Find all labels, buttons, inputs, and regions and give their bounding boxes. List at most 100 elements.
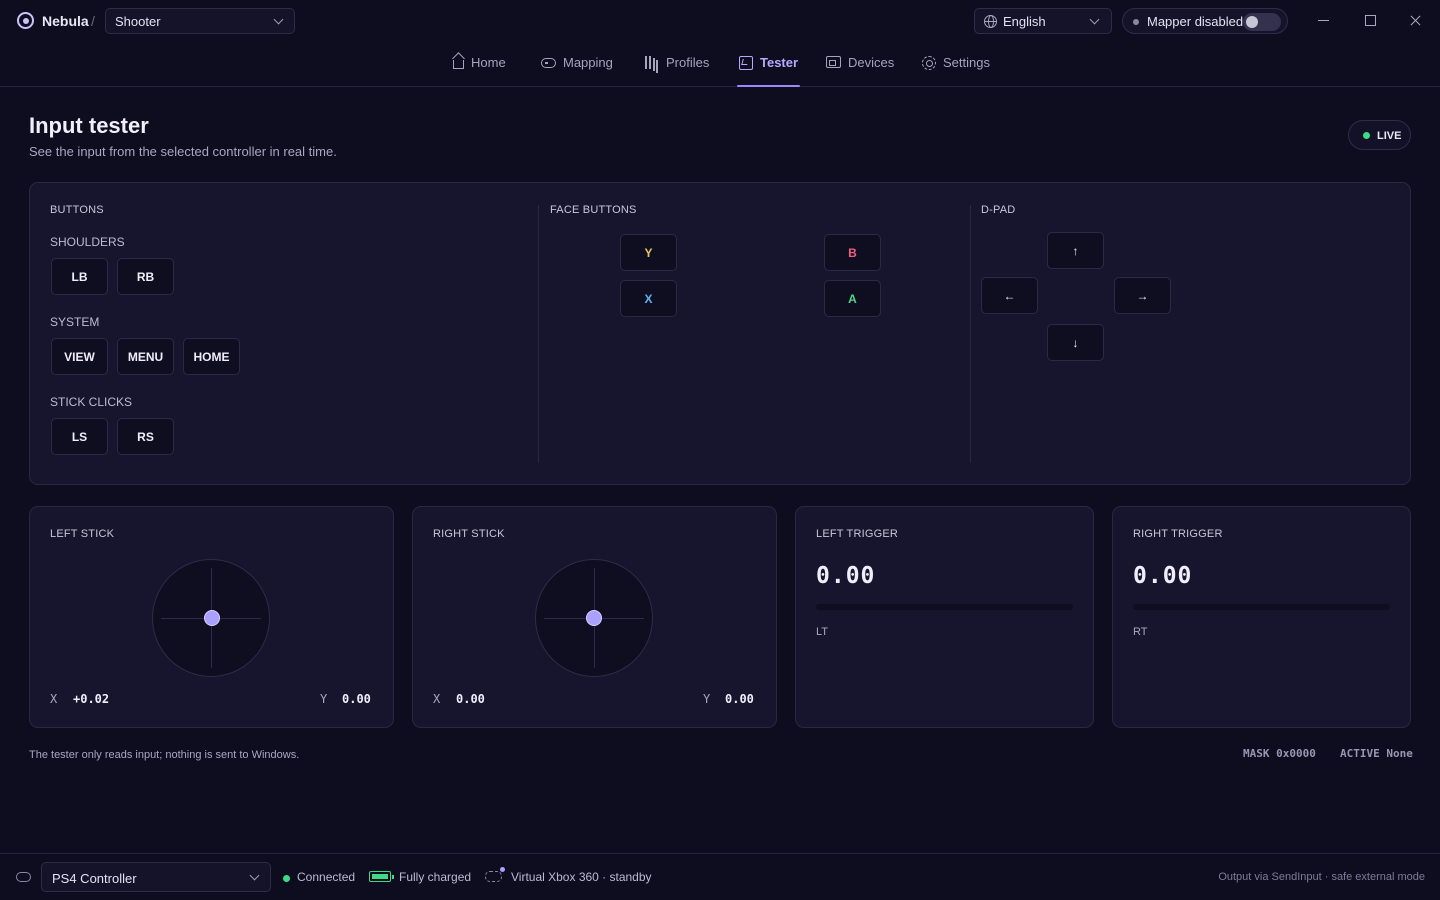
virtual-gamepad-icon <box>485 867 505 882</box>
right-stick-x-value: 0.00 <box>456 692 485 706</box>
language-select-value: English <box>1003 14 1046 29</box>
section-divider <box>538 205 539 463</box>
shoulders-label: SHOULDERS <box>50 235 125 249</box>
tab-profiles[interactable]: Profiles <box>645 55 709 87</box>
output-mode: Output via SendInput · safe external mod… <box>1218 871 1425 883</box>
section-divider <box>970 205 971 463</box>
button-rs: RS <box>117 418 174 455</box>
virtual-device-status: Virtual Xbox 360 · standby <box>511 870 652 884</box>
left-trigger-card: LEFT TRIGGER 0.00 LT <box>795 506 1094 728</box>
connection-status: Connected <box>297 870 356 884</box>
chevron-down-icon <box>273 14 284 25</box>
profile-select-value: Shooter <box>115 14 161 29</box>
buttons-card: BUTTONS SHOULDERS LB RB SYSTEM VIEW MENU… <box>29 182 1411 485</box>
minimize-button[interactable] <box>1314 10 1334 30</box>
left-stick-y-value: 0.00 <box>342 692 371 706</box>
close-button[interactable] <box>1406 10 1426 30</box>
main-nav: Home Mapping Profiles Tester Devices Set… <box>0 42 1440 87</box>
tab-label: Tester <box>760 55 799 70</box>
button-menu: MENU <box>117 338 174 375</box>
page-subtitle: See the input from the selected controll… <box>29 144 337 159</box>
globe-icon <box>984 15 997 28</box>
button-view: VIEW <box>51 338 108 375</box>
button-lb: LB <box>51 258 108 295</box>
left-trigger-label: LEFT TRIGGER <box>816 528 899 540</box>
language-select[interactable]: English <box>974 8 1112 34</box>
stick-clicks-label: STICK CLICKS <box>50 395 133 409</box>
mapper-toggle[interactable] <box>1243 13 1281 31</box>
active-readout: ACTIVE None <box>1340 747 1413 760</box>
left-stick-x-value: +0.02 <box>73 692 110 706</box>
title-bar: Nebula / Shooter English Mapper disabled <box>0 0 1440 42</box>
dpad-right: → <box>1114 277 1171 314</box>
app-logo-icon <box>17 12 34 29</box>
page-title: Input tester <box>29 113 149 138</box>
maximize-button[interactable] <box>1360 10 1380 30</box>
tab-label: Devices <box>848 55 895 70</box>
tab-tester[interactable]: Tester <box>737 55 801 87</box>
left-stick-position-dot <box>204 610 220 626</box>
right-stick-y-value: 0.00 <box>725 692 754 706</box>
tab-settings[interactable]: Settings <box>922 55 990 87</box>
right-trigger-code: RT <box>1133 626 1148 638</box>
right-trigger-label: RIGHT TRIGGER <box>1133 528 1223 540</box>
device-select[interactable]: PS4 Controller <box>41 862 271 892</box>
tab-label: Home <box>471 55 506 70</box>
right-stick-pad <box>535 559 653 677</box>
tab-mapping[interactable]: Mapping <box>541 55 613 87</box>
status-bar: PS4 Controller Connected Fully charged V… <box>0 853 1440 900</box>
connection-status-dot <box>283 875 290 882</box>
left-stick-y-label: Y <box>320 692 328 706</box>
left-trigger-value: 0.00 <box>816 563 876 589</box>
tab-devices[interactable]: Devices <box>826 55 894 87</box>
face-buttons-label: FACE BUTTONS <box>550 204 637 216</box>
breadcrumb-separator: / <box>91 13 95 29</box>
button-ls: LS <box>51 418 108 455</box>
tester-icon <box>739 56 753 70</box>
left-trigger-code: LT <box>816 626 829 638</box>
button-home: HOME <box>183 338 240 375</box>
button-a: A <box>824 280 881 317</box>
dpad-left: ← <box>981 277 1038 314</box>
tab-home[interactable]: Home <box>453 55 506 87</box>
right-trigger-card: RIGHT TRIGGER 0.00 RT <box>1112 506 1411 728</box>
gamepad-icon <box>541 58 556 68</box>
home-icon <box>453 60 464 69</box>
tester-footnote: The tester only reads input; nothing is … <box>29 749 300 761</box>
chevron-down-icon <box>1089 14 1100 25</box>
battery-status: Fully charged <box>399 870 472 884</box>
dpad-down: ↓ <box>1047 324 1104 361</box>
devices-icon <box>826 56 841 68</box>
dpad-up: ↑ <box>1047 232 1104 269</box>
mapper-status-label: Mapper disabled <box>1147 14 1244 29</box>
toggle-knob <box>1246 16 1258 28</box>
right-stick-position-dot <box>586 610 602 626</box>
button-rb: RB <box>117 258 174 295</box>
gear-icon <box>922 56 936 70</box>
right-stick-y-label: Y <box>703 692 711 706</box>
left-trigger-bar <box>816 604 1073 610</box>
dpad-label: D-PAD <box>981 204 1016 216</box>
right-trigger-bar <box>1133 604 1390 610</box>
tab-label: Profiles <box>666 55 710 70</box>
button-b: B <box>824 234 881 271</box>
device-select-value: PS4 Controller <box>52 871 137 886</box>
mask-readout: MASK 0x0000 <box>1243 747 1316 760</box>
mapper-status: Mapper disabled <box>1122 8 1288 34</box>
tab-label: Settings <box>943 55 990 70</box>
button-x: X <box>620 280 677 317</box>
profile-select[interactable]: Shooter <box>105 8 295 34</box>
right-stick-card: RIGHT STICK X 0.00 Y 0.00 <box>412 506 777 728</box>
buttons-section-label: BUTTONS <box>50 204 104 216</box>
profiles-icon <box>645 56 659 70</box>
right-stick-x-label: X <box>433 692 441 706</box>
left-stick-label: LEFT STICK <box>50 528 115 540</box>
mapper-status-dot <box>1133 19 1139 25</box>
tab-label: Mapping <box>563 55 613 70</box>
live-badge-label: LIVE <box>1377 130 1402 142</box>
right-stick-label: RIGHT STICK <box>433 528 505 540</box>
left-stick-pad <box>152 559 270 677</box>
live-badge: LIVE <box>1348 120 1411 150</box>
app-name: Nebula <box>42 13 89 29</box>
gamepad-icon <box>16 872 31 882</box>
